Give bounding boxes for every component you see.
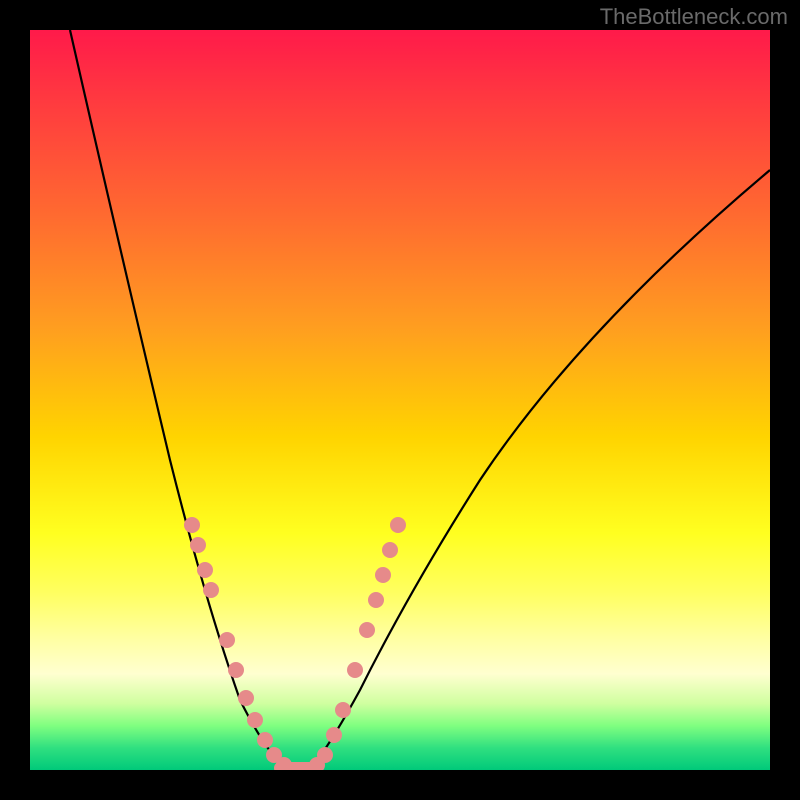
right-curve [310, 170, 770, 770]
watermark-text: TheBottleneck.com [600, 4, 788, 30]
left-curve-markers [184, 517, 292, 770]
chart-plot-area [30, 30, 770, 770]
right-curve-markers [309, 517, 406, 770]
chart-svg [30, 30, 770, 770]
left-curve [70, 30, 300, 770]
